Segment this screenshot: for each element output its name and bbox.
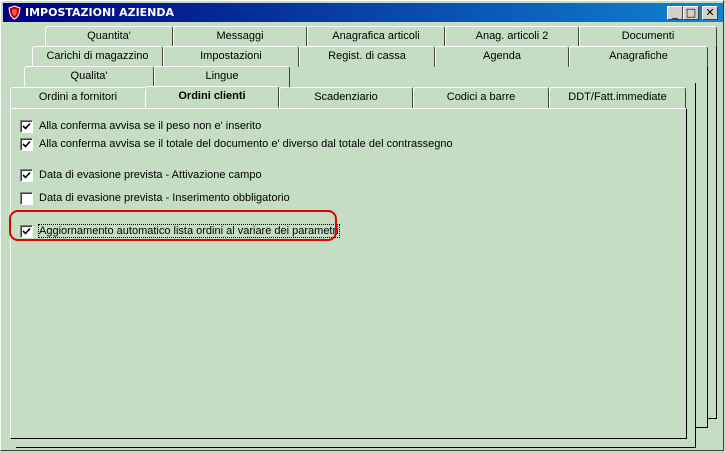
checkmark-icon — [22, 122, 31, 130]
checkmark-icon — [22, 227, 31, 235]
tab-documenti[interactable]: Documenti — [579, 26, 717, 47]
checkbox[interactable] — [20, 137, 33, 151]
tab-quantita[interactable]: Quantita' — [45, 26, 173, 47]
tab-codici-a-barre[interactable]: Codici a barre — [413, 87, 549, 108]
settings-window: IMPOSTAZIONI AZIENDA _ □ ✕ Quantita' Mes… — [0, 0, 724, 451]
option-aggiornamento-automatico[interactable]: Aggiornamento automatico lista ordini al… — [20, 223, 340, 239]
tab-regist-di-cassa[interactable]: Regist. di cassa — [299, 46, 435, 67]
checkbox[interactable] — [20, 191, 33, 205]
maximize-button[interactable]: □ — [683, 6, 699, 20]
tab-carichi-di-magazzino[interactable]: Carichi di magazzino — [32, 46, 163, 67]
tab-scadenziario[interactable]: Scadenziario — [279, 87, 413, 108]
close-button[interactable]: ✕ — [702, 6, 718, 20]
window-title: IMPOSTAZIONI AZIENDA — [25, 6, 175, 19]
tab-ordini-a-fornitori[interactable]: Ordini a fornitori — [10, 87, 146, 108]
tab-ddt-fatt-immediate[interactable]: DDT/Fatt.immediate — [549, 87, 686, 108]
title-bar[interactable]: IMPOSTAZIONI AZIENDA _ □ ✕ — [3, 3, 723, 22]
tab-ordini-clienti[interactable]: Ordini clienti — [145, 86, 279, 108]
checkbox[interactable] — [20, 168, 33, 182]
option-label: Alla conferma avvisa se il peso non e' i… — [39, 120, 262, 132]
checkmark-icon — [22, 140, 31, 148]
tab-agenda[interactable]: Agenda — [435, 46, 569, 67]
checkmark-icon — [22, 171, 31, 179]
option-label: Alla conferma avvisa se il totale del do… — [39, 138, 453, 150]
option-label: Aggiornamento automatico lista ordini al… — [38, 224, 340, 238]
tab-qualita[interactable]: Qualita' — [24, 66, 154, 87]
shield-app-icon — [8, 5, 21, 20]
tab-impostazioni[interactable]: Impostazioni — [163, 46, 299, 67]
option-label: Data di evasione prevista - Inserimento … — [39, 192, 290, 204]
tab-anag-articoli-2[interactable]: Anag. articoli 2 — [445, 26, 579, 47]
checkbox[interactable] — [20, 119, 33, 133]
option-peso-non-inserito[interactable]: Alla conferma avvisa se il peso non e' i… — [20, 118, 261, 134]
checkbox[interactable] — [20, 224, 33, 238]
tab-lingue[interactable]: Lingue — [154, 66, 290, 87]
tab-anagrafica-articoli[interactable]: Anagrafica articoli — [307, 26, 445, 47]
tab-messaggi[interactable]: Messaggi — [173, 26, 307, 47]
option-totale-contrassegno[interactable]: Alla conferma avvisa se il totale del do… — [20, 136, 453, 152]
ordini-clienti-panel: Alla conferma avvisa se il peso non e' i… — [10, 108, 687, 439]
tab-anagrafiche[interactable]: Anagrafiche — [569, 46, 708, 67]
option-evasione-attivazione[interactable]: Data di evasione prevista - Attivazione … — [20, 167, 262, 183]
minimize-button[interactable]: _ — [667, 6, 683, 20]
option-label: Data di evasione prevista - Attivazione … — [39, 169, 262, 181]
option-evasione-obbligatorio[interactable]: Data di evasione prevista - Inserimento … — [20, 190, 290, 206]
